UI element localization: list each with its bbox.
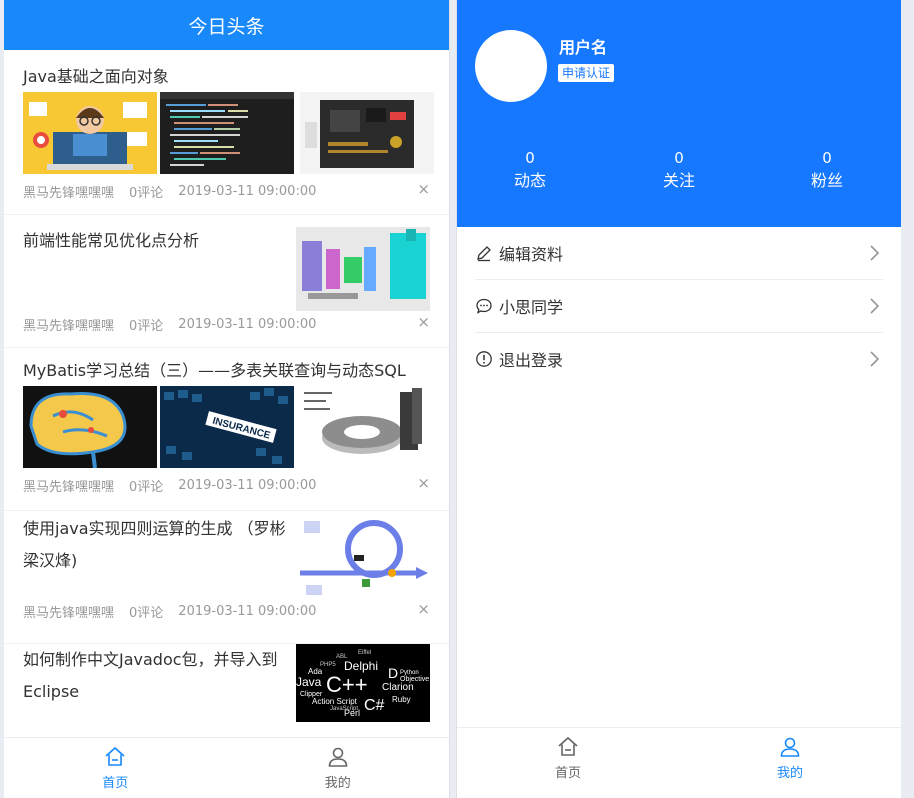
article-author: 黑马先锋嘿嘿嘿	[23, 605, 115, 621]
article-comments: 0评论	[129, 318, 164, 334]
article-list[interactable]: Java基础之面向对象 黑马先锋嘿嘿嘿 0评论 2019-03-11 09:00…	[4, 51, 449, 730]
article-date: 2019-03-11 09:00:00	[178, 603, 317, 619]
article-title[interactable]: 前端性能常见优化点分析	[23, 225, 199, 257]
news-feed-screen: 今日头条 Java基础之面向对象 黑马先锋嘿嘿嘿 0评论 2019-03-11 …	[4, 0, 450, 798]
cloud-word: C++	[326, 672, 368, 697]
tab-label: 我的	[324, 776, 351, 791]
stat-following[interactable]: 0 关注	[634, 148, 724, 194]
cloud-word: JavaScript	[330, 706, 358, 712]
article-author: 黑马先锋嘿嘿嘿	[23, 185, 115, 201]
article-title[interactable]: 如何制作中文Javadoc包，并导入到 Eclipse	[23, 644, 278, 708]
article-item[interactable]: 使用java实现四则运算的生成 （罗彬 梁汉烽) 黑马先锋嘿嘿嘿 0评论 201…	[4, 511, 449, 644]
edit-icon	[477, 246, 491, 262]
article-meta: 黑马先锋嘿嘿嘿 0评论 2019-03-11 09:00:00	[23, 475, 331, 495]
article-thumbnail[interactable]: INSURANCE	[160, 386, 294, 468]
article-thumbnail[interactable]	[160, 92, 294, 174]
stat-posts[interactable]: 0 动态	[485, 148, 575, 194]
cloud-word: Clarion	[382, 682, 414, 693]
close-icon[interactable]: ×	[417, 474, 430, 492]
cloud-word: Delphi	[344, 659, 378, 673]
article-thumbnail[interactable]	[296, 227, 430, 311]
chat-icon	[476, 298, 492, 314]
close-icon[interactable]: ×	[417, 180, 430, 198]
user-icon	[328, 747, 348, 767]
user-icon	[780, 737, 800, 757]
profile-header: 用户名 申请认证 0 动态 0 关注 0 粉丝	[457, 0, 901, 227]
article-thumbnail[interactable]	[23, 92, 157, 174]
menu-assistant[interactable]: 小思同学	[475, 280, 883, 333]
home-icon	[558, 736, 578, 756]
cloud-word: C#	[364, 697, 385, 714]
article-item[interactable]: Java基础之面向对象 黑马先锋嘿嘿嘿 0评论 2019-03-11 09:00…	[4, 51, 449, 215]
article-date: 2019-03-11 09:00:00	[178, 183, 317, 199]
article-item[interactable]: 前端性能常见优化点分析 黑马先锋嘿嘿嘿 0评论 2019-03-11 09:00…	[4, 215, 449, 348]
article-item[interactable]: 如何制作中文Javadoc包，并导入到 Eclipse Eiffel ABL P…	[4, 644, 449, 730]
close-icon[interactable]: ×	[417, 600, 430, 618]
menu-edit-profile[interactable]: 编辑资料	[475, 227, 883, 280]
chevron-right-icon	[870, 351, 880, 367]
tab-home[interactable]: 首页	[457, 728, 679, 788]
close-icon[interactable]: ×	[417, 313, 430, 331]
menu-label: 编辑资料	[499, 245, 564, 264]
cloud-word: Eiffel	[358, 650, 371, 656]
stat-followers[interactable]: 0 粉丝	[782, 148, 872, 194]
profile-menu: 编辑资料 小思同学 退出登录	[457, 227, 901, 385]
nav-title: 今日头条	[188, 15, 265, 38]
article-thumbnail[interactable]: Eiffel ABL PHP5 Delphi D Python Objectiv…	[296, 644, 430, 722]
article-title-line: 梁汉烽)	[23, 551, 78, 570]
cloud-word: Ruby	[392, 695, 411, 704]
article-title[interactable]: 使用java实现四则运算的生成 （罗彬 梁汉烽)	[23, 513, 286, 577]
chevron-right-icon	[870, 298, 880, 314]
article-title[interactable]: Java基础之面向对象	[23, 61, 169, 93]
article-meta: 黑马先锋嘿嘿嘿 0评论 2019-03-11 09:00:00	[23, 314, 331, 334]
article-title-line: 如何制作中文Javadoc包，并导入到	[23, 650, 278, 669]
article-title[interactable]: MyBatis学习总结（三）——多表关联查询与动态SQL	[23, 355, 406, 387]
article-meta: 黑马先锋嘿嘿嘿 0评论 2019-03-11 09:00:00	[23, 181, 331, 201]
stat-value: 0	[674, 149, 684, 167]
menu-label: 退出登录	[499, 351, 564, 370]
article-date: 2019-03-11 09:00:00	[178, 477, 317, 493]
tab-mine[interactable]: 我的	[227, 738, 450, 798]
tab-bar: 首页 我的	[457, 727, 901, 788]
stat-label: 动态	[513, 171, 546, 190]
tab-home[interactable]: 首页	[4, 738, 227, 798]
stat-value: 0	[822, 149, 832, 167]
username: 用户名	[559, 38, 608, 57]
article-item[interactable]: MyBatis学习总结（三）——多表关联查询与动态SQL INSURANCE 黑…	[4, 348, 449, 511]
article-comments: 0评论	[129, 605, 164, 621]
stat-value: 0	[525, 149, 535, 167]
tab-label: 首页	[102, 776, 129, 791]
article-thumbnail[interactable]	[300, 386, 434, 468]
stat-label: 粉丝	[810, 171, 843, 190]
chevron-right-icon	[870, 245, 880, 261]
profile-screen: 用户名 申请认证 0 动态 0 关注 0 粉丝 编辑资料 小思同学 退出登录 首…	[456, 0, 901, 798]
avatar[interactable]	[475, 30, 547, 102]
stat-label: 关注	[662, 171, 695, 190]
article-author: 黑马先锋嘿嘿嘿	[23, 318, 115, 334]
cloud-word: D	[388, 665, 398, 681]
certify-button[interactable]: 申请认证	[558, 64, 615, 82]
nav-bar: 今日头条	[4, 0, 449, 50]
article-title-line: Eclipse	[23, 682, 80, 701]
article-author: 黑马先锋嘿嘿嘿	[23, 479, 115, 495]
cloud-word: PHP5	[320, 662, 336, 668]
tab-label: 我的	[776, 766, 803, 781]
article-title-line: 使用java实现四则运算的生成 （罗彬	[23, 519, 286, 538]
home-icon	[105, 746, 125, 766]
article-meta: 黑马先锋嘿嘿嘿 0评论 2019-03-11 09:00:00	[23, 601, 331, 621]
cloud-word: Java	[296, 675, 322, 689]
article-date: 2019-03-11 09:00:00	[178, 316, 317, 332]
article-comments: 0评论	[129, 479, 164, 495]
tab-bar: 首页 我的	[4, 737, 449, 798]
tab-mine[interactable]: 我的	[679, 728, 901, 788]
menu-logout[interactable]: 退出登录	[475, 333, 883, 385]
tab-label: 首页	[554, 766, 581, 781]
article-thumbnail[interactable]	[296, 515, 430, 599]
article-thumbnail[interactable]	[300, 92, 434, 174]
article-thumbnail[interactable]	[23, 386, 157, 468]
info-icon	[476, 351, 492, 367]
article-comments: 0评论	[129, 185, 164, 201]
menu-label: 小思同学	[499, 298, 564, 317]
cloud-word: Action Script	[312, 697, 358, 706]
